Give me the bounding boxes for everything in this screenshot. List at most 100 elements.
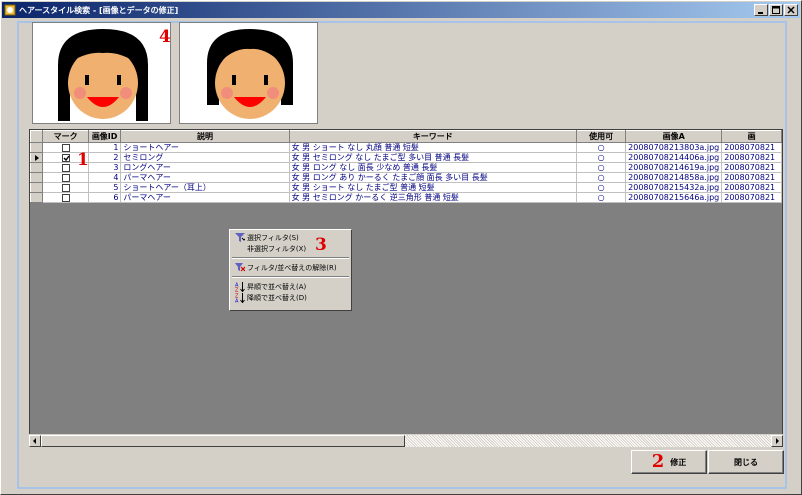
cell-image-b[interactable]: 2008070821 — [721, 172, 782, 183]
row-selector[interactable] — [30, 192, 44, 203]
data-grid[interactable]: マーク 画像ID 説明 キーワード 使用可 画像A 画 1 ショートヘアー女 男 … — [29, 129, 783, 447]
cell-keyword[interactable]: 女 男 ショート なし 丸顔 普通 短髪 — [289, 142, 578, 153]
row-selector[interactable] — [30, 162, 44, 173]
grid-table: マーク 画像ID 説明 キーワード 使用可 画像A 画 1 ショートヘアー女 男 … — [30, 130, 782, 203]
cell-image-a[interactable]: 20080708214858a.jpg — [625, 172, 723, 183]
marker-1: 1 — [77, 150, 89, 170]
table-row[interactable]: 2 セミロング女 男 セミロング なし たまご型 多い目 普通 長髪 ○ 200807… — [30, 152, 782, 163]
horizontal-scrollbar[interactable] — [29, 434, 783, 447]
cell-mark[interactable] — [42, 172, 89, 183]
column-header-usable[interactable]: 使用可 — [576, 130, 627, 143]
row-selector-header[interactable] — [30, 130, 44, 143]
minimize-button[interactable] — [754, 4, 768, 16]
cell-image-id[interactable]: 3 — [88, 162, 122, 173]
mark-checkbox[interactable] — [61, 143, 70, 152]
row-selector[interactable] — [30, 152, 44, 163]
column-header-keyword[interactable]: キーワード — [288, 130, 578, 143]
table-row[interactable]: 4 パーマヘアー女 男 ロング あり かーるく たまご顔 面長 多い目 長髪 ○ 20… — [30, 172, 782, 183]
window-title: ヘアースタイル検索 - [画像とデータの修正] — [19, 5, 179, 15]
cell-description[interactable]: セミロング — [120, 152, 290, 163]
cell-description[interactable]: パーマヘアー — [120, 172, 290, 183]
menu-item-filter-select[interactable]: 選択フィルタ(S) — [230, 232, 351, 243]
cell-image-b[interactable]: 2008070821 — [721, 152, 782, 163]
cell-image-id[interactable]: 5 — [88, 182, 122, 193]
title-bar[interactable]: ヘアースタイル検索 - [画像とデータの修正] — [2, 2, 800, 18]
cell-keyword[interactable]: 女 男 セミロング かーるく 逆三角形 普通 短髪 — [289, 192, 578, 203]
image-preview-a[interactable] — [32, 22, 171, 124]
image-preview-b[interactable] — [179, 22, 318, 124]
menu-item-clear-filter[interactable]: フィルタ/並べ替えの解除(R) — [230, 262, 351, 273]
row-selector[interactable] — [30, 142, 44, 153]
close-window-button[interactable] — [784, 4, 798, 16]
menu-item-sort-desc[interactable]: ZA 降順で並べ替え(D) — [230, 292, 351, 303]
mark-checkbox[interactable] — [61, 183, 70, 192]
cell-image-id[interactable]: 2 — [88, 152, 122, 163]
cell-image-a[interactable]: 20080708213803a.jpg — [625, 142, 723, 153]
cell-usable[interactable]: ○ — [576, 172, 627, 183]
cell-description[interactable]: ショートヘアー（耳上） — [120, 182, 290, 193]
cell-usable[interactable]: ○ — [576, 152, 627, 163]
cell-image-b[interactable]: 2008070821 — [721, 192, 782, 203]
cell-image-id[interactable]: 1 — [88, 142, 122, 153]
column-header-mark[interactable]: マーク — [42, 130, 89, 143]
svg-text:Z: Z — [235, 287, 239, 292]
cell-image-a[interactable]: 20080708215432a.jpg — [625, 182, 723, 193]
cell-mark[interactable] — [42, 182, 89, 193]
cell-image-id[interactable]: 4 — [88, 172, 122, 183]
table-row[interactable]: 1 ショートヘアー女 男 ショート なし 丸顔 普通 短髪 ○ 20080708213… — [30, 142, 782, 153]
cell-keyword[interactable]: 女 男 ショート なし たまご型 普通 短髪 — [289, 182, 578, 193]
cell-keyword[interactable]: 女 男 ロング あり かーるく たまご顔 面長 多い目 長髪 — [289, 172, 578, 183]
cell-description[interactable]: ロングヘアー — [120, 162, 290, 173]
sort-descending-icon: ZA — [234, 292, 246, 303]
menu-item-filter-exclude[interactable]: 非選択フィルタ(X) — [230, 243, 351, 254]
cell-image-a[interactable]: 20080708215646a.jpg — [625, 192, 723, 203]
scroll-left-button[interactable] — [29, 435, 41, 447]
cell-image-b[interactable]: 2008070821 — [721, 142, 782, 153]
cell-description[interactable]: パーマヘアー — [120, 192, 290, 203]
column-header-id[interactable]: 画像ID — [87, 130, 122, 143]
cell-usable[interactable]: ○ — [576, 162, 627, 173]
scroll-right-button[interactable] — [771, 435, 783, 447]
cell-image-a[interactable]: 20080708214619a.jpg — [625, 162, 723, 173]
row-selector[interactable] — [30, 182, 44, 193]
cell-description[interactable]: ショートヘアー — [120, 142, 290, 153]
menu-separator — [232, 276, 349, 278]
minimize-icon — [758, 12, 763, 14]
close-icon — [787, 6, 795, 14]
cell-usable[interactable]: ○ — [576, 192, 627, 203]
table-row[interactable]: 6 パーマヘアー女 男 セミロング かーるく 逆三角形 普通 短髪 ○ 2008070… — [30, 192, 782, 203]
mark-checkbox[interactable] — [61, 193, 70, 202]
scroll-thumb[interactable] — [41, 435, 405, 447]
menu-label: 非選択フィルタ(X) — [247, 244, 307, 253]
column-header-desc[interactable]: 説明 — [120, 130, 290, 143]
cell-keyword[interactable]: 女 男 ロング なし 面長 少なめ 普通 長髪 — [289, 162, 578, 173]
menu-label: フィルタ/並べ替えの解除(R) — [247, 263, 337, 272]
close-button[interactable]: 閉じる — [708, 450, 784, 474]
sort-ascending-icon: AZ — [234, 281, 246, 292]
table-row[interactable]: 5 ショートヘアー（耳上）女 男 ショート なし たまご型 普通 短髪 ○ 20080… — [30, 182, 782, 193]
cell-mark[interactable] — [42, 192, 89, 203]
cell-image-a[interactable]: 20080708214406a.jpg — [625, 152, 723, 163]
cell-image-b[interactable]: 2008070821 — [721, 162, 782, 173]
cell-usable[interactable]: ○ — [576, 182, 627, 193]
row-selector[interactable] — [30, 172, 44, 183]
window-controls — [753, 4, 798, 16]
menu-item-sort-asc[interactable]: AZ 昇順で並べ替え(A) — [230, 281, 351, 292]
cell-usable[interactable]: ○ — [576, 142, 627, 153]
menu-label: 選択フィルタ(S) — [247, 233, 299, 242]
modify-button[interactable]: 2 修正 — [631, 450, 707, 474]
maximize-button[interactable] — [769, 4, 783, 16]
column-header-image-a[interactable]: 画像A — [625, 130, 723, 143]
scroll-track[interactable] — [405, 435, 771, 447]
column-header-image-b[interactable]: 画 — [721, 130, 782, 143]
cell-image-b[interactable]: 2008070821 — [721, 182, 782, 193]
main-window: ヘアースタイル検索 - [画像とデータの修正] 4 マーク 画像ID 説明 キー… — [0, 0, 802, 495]
cell-image-id[interactable]: 6 — [88, 192, 122, 203]
cell-keyword[interactable]: 女 男 セミロング なし たまご型 多い目 普通 長髪 — [289, 152, 578, 163]
mark-checkbox[interactable] — [61, 163, 70, 172]
maximize-icon — [772, 6, 780, 14]
table-row[interactable]: 3 ロングヘアー女 男 ロング なし 面長 少なめ 普通 長髪 ○ 200807082… — [30, 162, 782, 173]
mark-checkbox[interactable] — [61, 173, 70, 182]
mark-checkbox[interactable] — [61, 153, 70, 162]
menu-separator — [232, 257, 349, 259]
